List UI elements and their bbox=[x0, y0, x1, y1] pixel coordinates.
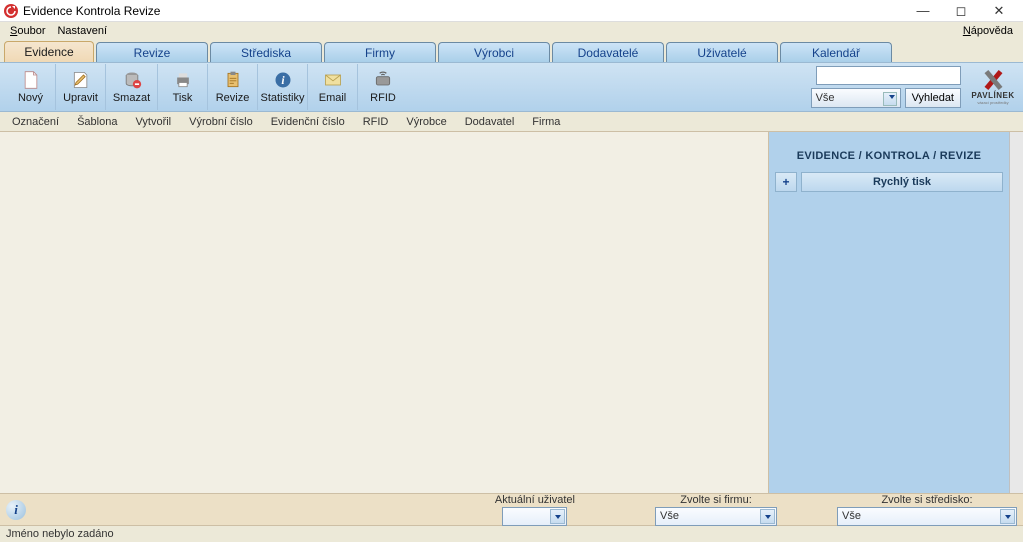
side-panel-title: EVIDENCE / KONTROLA / REVIZE bbox=[775, 138, 1003, 172]
brand-x-icon bbox=[980, 70, 1006, 90]
chevron-down-icon bbox=[550, 509, 565, 524]
new-document-icon bbox=[21, 70, 41, 90]
col-dodavatel[interactable]: Dodavatel bbox=[459, 116, 527, 128]
email-icon bbox=[323, 70, 343, 90]
firma-label: Zvolte si firmu: bbox=[680, 494, 752, 506]
print-icon bbox=[173, 70, 193, 90]
btn-email[interactable]: Email bbox=[308, 64, 358, 110]
chevron-down-icon bbox=[760, 509, 775, 524]
stredisko-group: Zvolte si středisko: Vše bbox=[837, 494, 1017, 526]
toolbar: Nový Upravit Smazat Tisk Revize i Statis… bbox=[0, 62, 1023, 112]
search-input[interactable] bbox=[816, 66, 961, 85]
data-grid[interactable] bbox=[0, 132, 769, 493]
btn-statistiky[interactable]: i Statistiky bbox=[258, 64, 308, 110]
firma-group: Zvolte si firmu: Vše bbox=[655, 494, 777, 526]
maximize-button[interactable]: ◻ bbox=[951, 3, 971, 19]
search-filter-select[interactable]: Vše bbox=[811, 88, 901, 108]
btn-upravit[interactable]: Upravit bbox=[56, 64, 106, 110]
tab-revize[interactable]: Revize bbox=[96, 42, 208, 62]
col-evidencni-cislo[interactable]: Evidenční číslo bbox=[265, 116, 357, 128]
app-icon bbox=[4, 4, 18, 18]
side-quick-print-button[interactable]: Rychlý tisk bbox=[801, 172, 1003, 192]
side-panel: EVIDENCE / KONTROLA / REVIZE + Rychlý ti… bbox=[769, 132, 1009, 493]
menu-napoveda[interactable]: Nápověda bbox=[957, 24, 1019, 38]
chevron-down-icon bbox=[889, 95, 895, 99]
stredisko-label: Zvolte si středisko: bbox=[881, 494, 972, 506]
tab-strediska[interactable]: Střediska bbox=[210, 42, 322, 62]
col-vyrobce[interactable]: Výrobce bbox=[400, 116, 458, 128]
menu-soubor[interactable]: Soubor bbox=[4, 24, 51, 38]
tab-uzivatele[interactable]: Uživatelé bbox=[666, 42, 778, 62]
column-headers: Označení Šablona Vytvořil Výrobní číslo … bbox=[0, 112, 1023, 132]
tabs-row: Evidence Revize Střediska Firmy Výrobci … bbox=[0, 40, 1023, 62]
user-select[interactable] bbox=[502, 507, 567, 526]
scrollbar[interactable] bbox=[1009, 132, 1023, 493]
chevron-down-icon bbox=[1000, 509, 1015, 524]
btn-smazat[interactable]: Smazat bbox=[106, 64, 158, 110]
col-rfid[interactable]: RFID bbox=[357, 116, 401, 128]
col-sablona[interactable]: Šablona bbox=[71, 116, 129, 128]
main-area: EVIDENCE / KONTROLA / REVIZE + Rychlý ti… bbox=[0, 132, 1023, 493]
menu-bar: Soubor Nastavení Nápověda bbox=[0, 22, 1023, 40]
col-vytvoril[interactable]: Vytvořil bbox=[129, 116, 183, 128]
btn-revize[interactable]: Revize bbox=[208, 64, 258, 110]
menu-nastaveni[interactable]: Nastavení bbox=[51, 24, 113, 38]
title-bar: Evidence Kontrola Revize — ◻ ✕ bbox=[0, 0, 1023, 22]
close-button[interactable]: ✕ bbox=[989, 3, 1009, 19]
info-icon: i bbox=[273, 70, 293, 90]
col-firma[interactable]: Firma bbox=[526, 116, 572, 128]
brand-logo: PAVLÍNEK vázací prostředky bbox=[969, 65, 1017, 109]
user-group: Aktuální uživatel bbox=[495, 494, 575, 526]
search-group: Vše Vyhledat bbox=[811, 66, 961, 108]
status-text: Jméno nebylo zadáno bbox=[6, 528, 114, 540]
status-bar: Jméno nebylo zadáno bbox=[0, 525, 1023, 542]
clipboard-icon bbox=[223, 70, 243, 90]
bottom-bar: i Aktuální uživatel Zvolte si firmu: Vše… bbox=[0, 493, 1023, 525]
firma-select[interactable]: Vše bbox=[655, 507, 777, 526]
user-label: Aktuální uživatel bbox=[495, 494, 575, 506]
col-oznaceni[interactable]: Označení bbox=[6, 116, 71, 128]
edit-icon bbox=[71, 70, 91, 90]
stredisko-select[interactable]: Vše bbox=[837, 507, 1017, 526]
btn-rfid[interactable]: RFID bbox=[358, 64, 408, 110]
btn-tisk[interactable]: Tisk bbox=[158, 64, 208, 110]
database-delete-icon bbox=[122, 70, 142, 90]
info-button[interactable]: i bbox=[6, 500, 26, 520]
tab-dodavatele[interactable]: Dodavatelé bbox=[552, 42, 664, 62]
tab-evidence[interactable]: Evidence bbox=[4, 41, 94, 62]
tab-vyrobci[interactable]: Výrobci bbox=[438, 42, 550, 62]
minimize-button[interactable]: — bbox=[913, 3, 933, 19]
window-title: Evidence Kontrola Revize bbox=[23, 4, 913, 18]
rfid-icon bbox=[373, 70, 393, 90]
side-expand-button[interactable]: + bbox=[775, 172, 797, 192]
tab-kalendar[interactable]: Kalendář bbox=[780, 42, 892, 62]
search-button[interactable]: Vyhledat bbox=[905, 88, 961, 108]
btn-novy[interactable]: Nový bbox=[6, 64, 56, 110]
tab-firmy[interactable]: Firmy bbox=[324, 42, 436, 62]
col-vyrobni-cislo[interactable]: Výrobní číslo bbox=[183, 116, 265, 128]
